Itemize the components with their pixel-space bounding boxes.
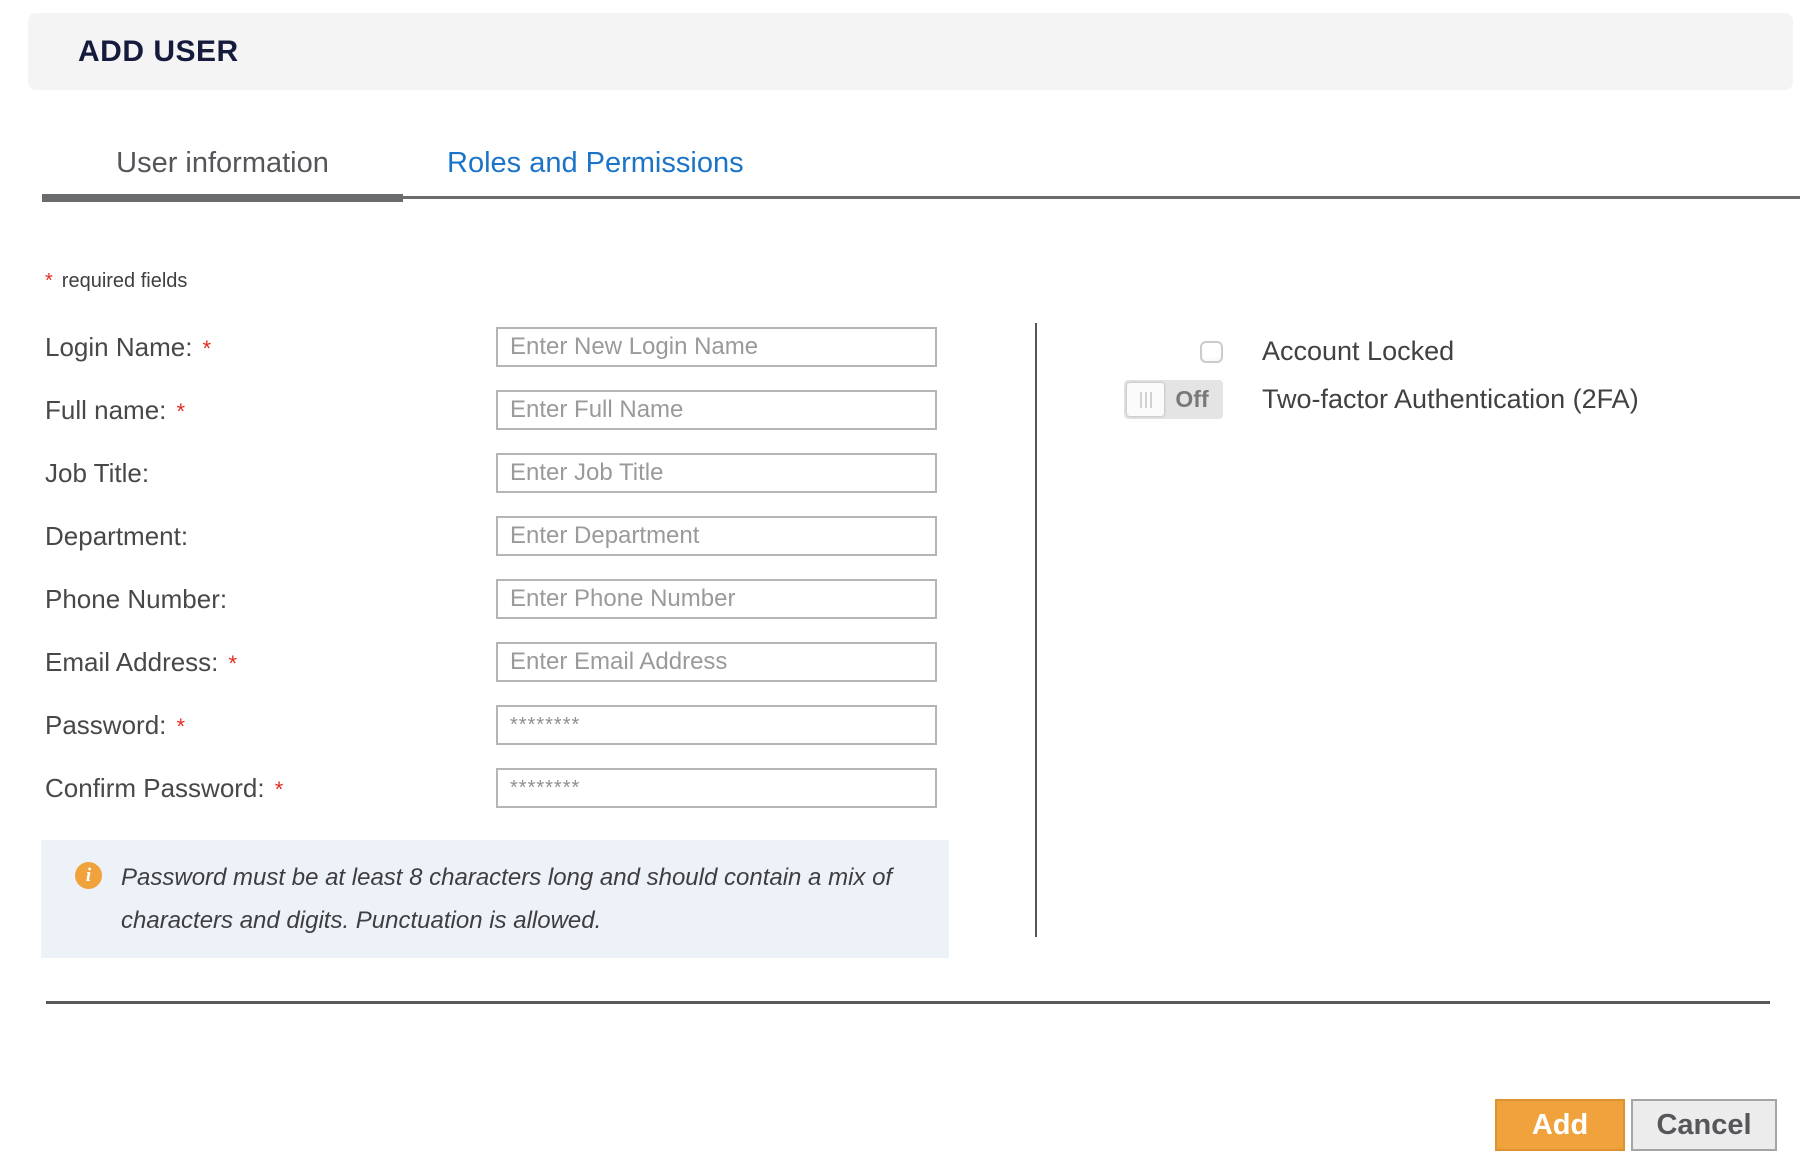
password-hint-text: Password must be at least 8 characters l… <box>121 856 911 942</box>
toggle-state-label: Off <box>1164 386 1220 413</box>
required-asterisk: * <box>269 777 284 802</box>
user-form: Login Name: * Full name: * Job Title: De… <box>45 327 937 831</box>
job-title-input[interactable] <box>496 453 937 493</box>
two-factor-row: Off Two-factor Authentication (2FA) <box>1124 380 1639 419</box>
full-name-label: Full name: * <box>45 395 496 426</box>
tab-roles-and-permissions[interactable]: Roles and Permissions <box>443 131 748 196</box>
password-input[interactable] <box>496 705 937 745</box>
job-title-label: Job Title: <box>45 458 496 489</box>
email-address-input[interactable] <box>496 642 937 682</box>
add-button[interactable]: Add <box>1495 1099 1625 1151</box>
tab-bar: User information Roles and Permissions <box>42 131 1800 199</box>
page-title: ADD USER <box>78 35 239 69</box>
account-locked-checkbox[interactable] <box>1200 341 1223 363</box>
required-asterisk: * <box>196 336 211 361</box>
form-row: Job Title: <box>45 453 937 493</box>
form-row: Confirm Password: * <box>45 768 937 808</box>
form-row: Full name: * <box>45 390 937 430</box>
vertical-divider <box>1035 323 1037 937</box>
required-fields-note: * required fields <box>45 270 187 293</box>
password-hint-box: i Password must be at least 8 characters… <box>41 840 949 958</box>
form-row: Login Name: * <box>45 327 937 367</box>
login-name-label: Login Name: * <box>45 332 496 363</box>
account-locked-label: Account Locked <box>1262 336 1454 367</box>
tab-roles-and-permissions-label: Roles and Permissions <box>447 147 744 180</box>
dialog-header: ADD USER <box>28 13 1793 90</box>
form-row: Phone Number: <box>45 579 937 619</box>
active-tab-underline <box>42 194 403 202</box>
toggle-handle-icon <box>1127 383 1164 416</box>
cancel-button[interactable]: Cancel <box>1631 1099 1777 1151</box>
required-asterisk: * <box>170 714 185 739</box>
two-factor-label: Two-factor Authentication (2FA) <box>1262 384 1639 415</box>
department-input[interactable] <box>496 516 937 556</box>
two-factor-toggle[interactable]: Off <box>1124 380 1223 419</box>
tab-user-information-label: User information <box>116 147 329 180</box>
password-label: Password: * <box>45 710 496 741</box>
account-locked-row: Account Locked <box>1200 336 1454 367</box>
form-row: Password: * <box>45 705 937 745</box>
footer-divider <box>46 1001 1770 1004</box>
required-asterisk: * <box>45 270 53 292</box>
confirm-password-label: Confirm Password: * <box>45 773 496 804</box>
form-row: Department: <box>45 516 937 556</box>
info-icon: i <box>75 862 102 889</box>
department-label: Department: <box>45 521 496 552</box>
phone-number-label: Phone Number: <box>45 584 496 615</box>
required-fields-text: required fields <box>62 270 188 292</box>
required-asterisk: * <box>222 651 237 676</box>
full-name-input[interactable] <box>496 390 937 430</box>
required-asterisk: * <box>170 399 185 424</box>
login-name-input[interactable] <box>496 327 937 367</box>
confirm-password-input[interactable] <box>496 768 937 808</box>
form-row: Email Address: * <box>45 642 937 682</box>
tab-user-information[interactable]: User information <box>42 131 403 196</box>
phone-number-input[interactable] <box>496 579 937 619</box>
email-address-label: Email Address: * <box>45 647 496 678</box>
